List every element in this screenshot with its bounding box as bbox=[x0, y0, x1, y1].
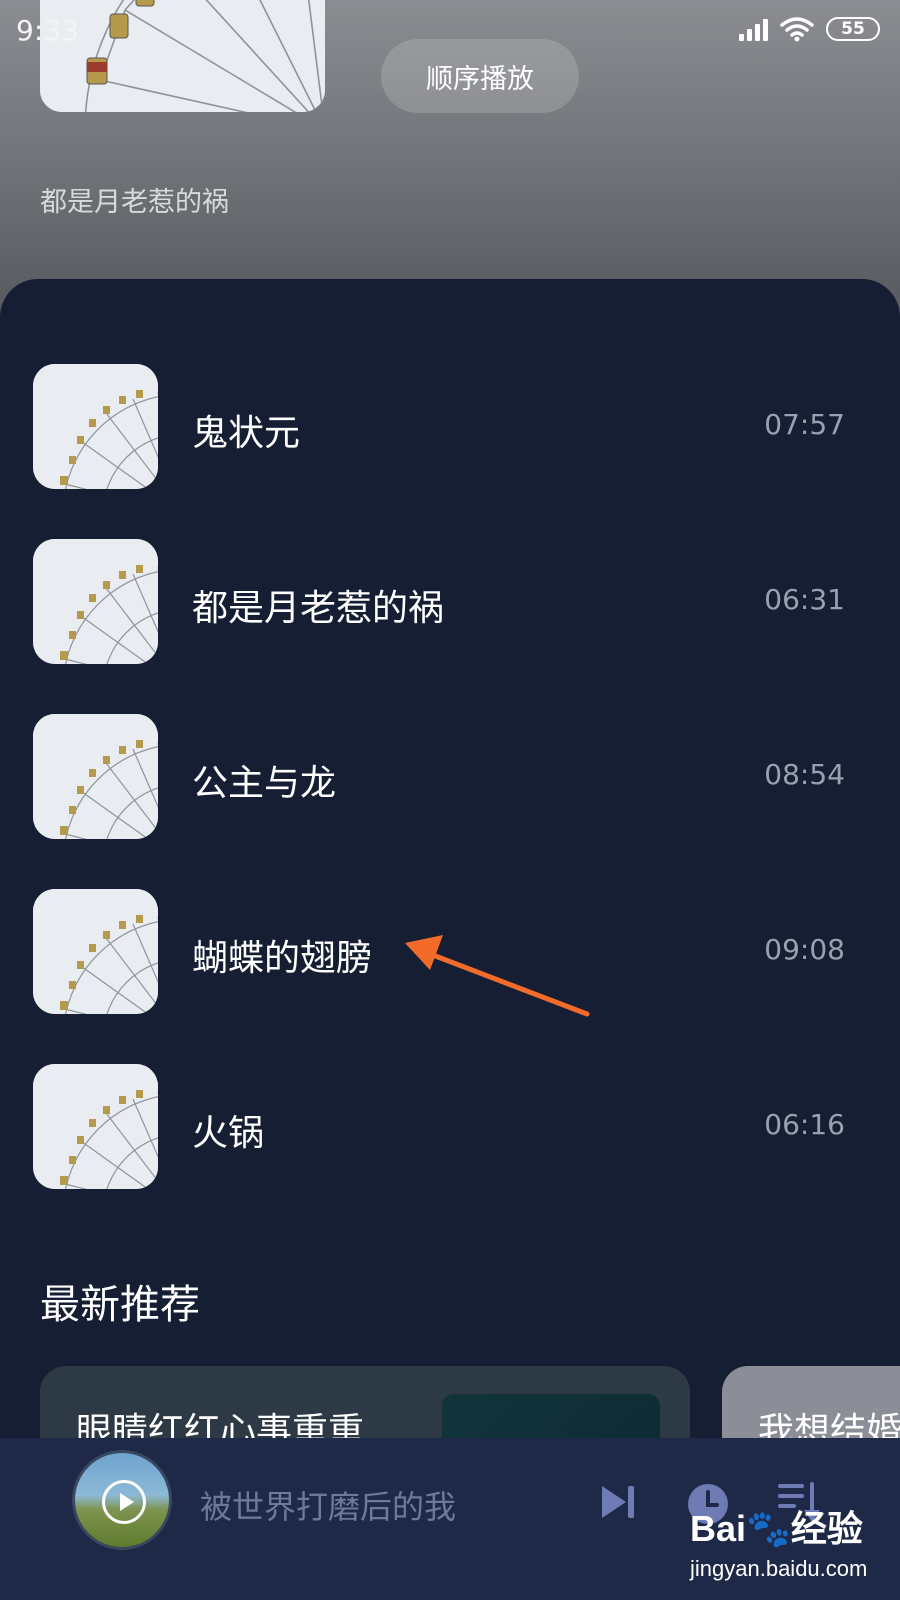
ferris-wheel-icon bbox=[33, 364, 158, 489]
recommend-section-title: 最新推荐 bbox=[40, 1282, 200, 1328]
annotation-arrow-icon bbox=[405, 935, 590, 1017]
song-title: 鬼状元 bbox=[192, 413, 301, 454]
ferris-wheel-icon bbox=[33, 714, 158, 839]
wifi-icon bbox=[780, 17, 814, 42]
song-duration: 08:54 bbox=[764, 758, 845, 791]
skip-next-icon[interactable] bbox=[598, 1482, 638, 1522]
song-title: 公主与龙 bbox=[192, 763, 337, 804]
ferris-wheel-icon bbox=[33, 889, 158, 1014]
song-title: 火锅 bbox=[192, 1113, 265, 1154]
song-thumbnail bbox=[33, 889, 158, 1014]
album-header: 9:33 55 顺序播放 都是月老惹的祸 bbox=[0, 0, 900, 320]
song-duration: 06:31 bbox=[764, 583, 845, 616]
play-icon[interactable] bbox=[102, 1480, 146, 1524]
ferris-wheel-icon bbox=[33, 1064, 158, 1189]
now-playing-cover[interactable] bbox=[72, 1450, 172, 1550]
watermark-brand: Bai🐾经验 bbox=[690, 1508, 863, 1549]
song-title: 都是月老惹的祸 bbox=[192, 588, 445, 629]
song-duration: 06:16 bbox=[764, 1108, 845, 1141]
status-time: 9:33 bbox=[16, 14, 79, 47]
watermark: Bai🐾经验 jingyan.baidu.com bbox=[690, 1500, 890, 1590]
watermark-url: jingyan.baidu.com bbox=[690, 1556, 868, 1581]
song-thumbnail bbox=[33, 1064, 158, 1189]
now-playing-title: 被世界打磨后的我 bbox=[200, 1488, 457, 1526]
song-row[interactable]: 鬼状元 07:57 bbox=[0, 364, 900, 490]
playlist-panel: 鬼状元 07:57 都是月老惹的祸 06:31 公主与龙 08:54 蝴蝶的翅膀… bbox=[0, 279, 900, 1439]
song-row[interactable]: 火锅 06:16 bbox=[0, 1064, 900, 1190]
album-subtitle: 都是月老惹的祸 bbox=[40, 187, 229, 218]
song-thumbnail bbox=[33, 364, 158, 489]
song-row[interactable]: 公主与龙 08:54 bbox=[0, 714, 900, 840]
play-mode-button[interactable]: 顺序播放 bbox=[381, 39, 579, 113]
ferris-wheel-icon bbox=[33, 539, 158, 664]
song-duration: 07:57 bbox=[764, 408, 845, 441]
song-title: 蝴蝶的翅膀 bbox=[192, 938, 373, 979]
music-app-screen: 9:33 55 顺序播放 都是月老惹的祸 鬼状元 07:57 都是月老惹的祸 0… bbox=[0, 0, 900, 1600]
song-thumbnail bbox=[33, 714, 158, 839]
status-indicators: 55 bbox=[739, 16, 880, 42]
song-duration: 09:08 bbox=[764, 933, 845, 966]
signal-icon bbox=[739, 17, 768, 41]
song-row[interactable]: 都是月老惹的祸 06:31 bbox=[0, 539, 900, 665]
song-thumbnail bbox=[33, 539, 158, 664]
battery-icon: 55 bbox=[826, 17, 880, 41]
